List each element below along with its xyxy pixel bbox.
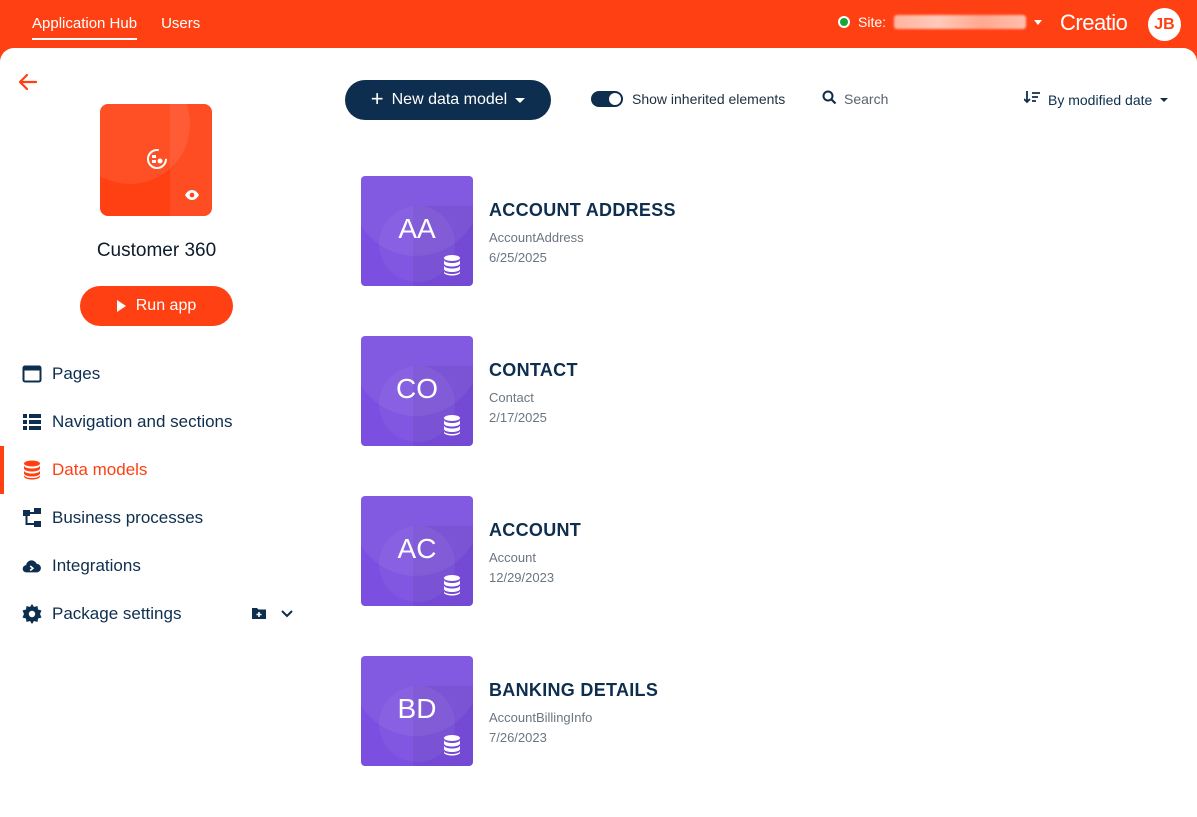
card-title[interactable]: BANKING DETAILS (489, 680, 658, 701)
data-model-card[interactable]: AA ACCOUNT ADDRESS AccountAddress 6/25/2… (361, 176, 961, 286)
sidebar-item-pages[interactable]: Pages (0, 350, 313, 398)
tab-users[interactable]: Users (161, 0, 200, 48)
data-model-card[interactable]: AC ACCOUNT Account 12/29/2023 (361, 496, 961, 606)
sidebar-item-label: Navigation and sections (52, 412, 233, 431)
page-icon (22, 364, 42, 384)
sidebar-menu: Pages Navigation and sections Data model… (0, 350, 313, 638)
card-date: 12/29/2023 (489, 570, 555, 585)
card-title[interactable]: ACCOUNT (489, 520, 581, 541)
sort-dropdown[interactable]: By modified date (1023, 91, 1169, 108)
caret-down-icon (1160, 97, 1169, 102)
chevron-down-icon[interactable] (280, 604, 294, 624)
sidebar-item-label: Integrations (52, 556, 141, 575)
package-actions (252, 604, 294, 624)
customer-360-icon (144, 146, 170, 172)
data-model-list: AA ACCOUNT ADDRESS AccountAddress 6/25/2… (361, 176, 961, 816)
chevron-down-icon (1034, 19, 1043, 25)
main-panel: Customer 360 Run app Pages Navigation an… (0, 48, 1197, 817)
new-data-model-label: New data model (391, 91, 508, 108)
database-icon (443, 574, 461, 596)
gear-icon (22, 604, 42, 624)
sort-label: By modified date (1048, 91, 1153, 108)
site-selector[interactable]: Site: (838, 14, 1043, 30)
card-date: 6/25/2025 (489, 250, 547, 265)
card-date: 2/17/2025 (489, 410, 547, 425)
card-thumbnail: BD (361, 656, 473, 766)
database-icon (443, 254, 461, 276)
status-dot-icon (838, 16, 850, 28)
card-code: AccountAddress (489, 230, 584, 245)
database-icon (22, 460, 42, 480)
tab-application-hub[interactable]: Application Hub (32, 0, 138, 48)
play-icon (116, 300, 126, 312)
card-code: AccountBillingInfo (489, 710, 593, 725)
toggle-label: Show inherited elements (632, 91, 786, 107)
card-date: 7/26/2023 (489, 730, 547, 745)
search-input[interactable]: Search (822, 90, 888, 108)
card-thumbnail: CO (361, 336, 473, 446)
run-app-label: Run app (135, 297, 197, 314)
card-title[interactable]: ACCOUNT ADDRESS (489, 200, 676, 221)
site-name-redacted (894, 15, 1027, 29)
card-thumbnail: AC (361, 496, 473, 606)
plus-icon: + (370, 86, 384, 111)
sidebar-item-label: Business processes (52, 508, 204, 527)
card-code: Contact (489, 390, 534, 405)
list-icon (22, 412, 42, 432)
card-thumbnail: AA (361, 176, 473, 286)
eye-icon[interactable] (184, 188, 200, 200)
card-code: Account (489, 550, 536, 565)
data-model-card[interactable]: BD BANKING DETAILS AccountBillingInfo 7/… (361, 656, 961, 766)
site-label: Site: (858, 14, 887, 30)
sidebar-item-label: Data models (52, 460, 148, 479)
sidebar-item-label: Pages (52, 364, 101, 383)
sidebar-item-label: Package settings (52, 604, 182, 623)
run-app-button[interactable]: Run app (80, 286, 233, 326)
database-icon (443, 734, 461, 756)
app-icon-tile[interactable] (100, 104, 212, 216)
sidebar-item-navigation[interactable]: Navigation and sections (0, 398, 313, 446)
sidebar-item-business-processes[interactable]: Business processes (0, 494, 313, 542)
toggle-switch[interactable] (591, 91, 623, 107)
add-folder-icon[interactable] (252, 604, 266, 624)
database-icon (443, 414, 461, 436)
card-title[interactable]: CONTACT (489, 360, 578, 381)
app-name: Customer 360 (96, 240, 217, 261)
show-inherited-toggle[interactable]: Show inherited elements (591, 91, 785, 107)
process-icon (22, 508, 42, 528)
cloud-icon (22, 556, 42, 576)
search-placeholder: Search (844, 91, 889, 107)
search-icon (822, 90, 837, 108)
sidebar-item-data-models[interactable]: Data models (0, 446, 313, 494)
new-data-model-button[interactable]: + New data model (345, 80, 551, 120)
top-nav: Application Hub Users (32, 0, 200, 48)
sidebar-item-package-settings[interactable]: Package settings (0, 590, 313, 638)
back-arrow-icon[interactable] (16, 70, 40, 94)
data-model-card[interactable]: CO CONTACT Contact 2/17/2025 (361, 336, 961, 446)
top-bar: Application Hub Users Site: Creatio JB (0, 0, 1197, 48)
sort-icon (1023, 91, 1040, 108)
creatio-logo: Creatio (1060, 10, 1128, 35)
avatar[interactable]: JB (1148, 8, 1181, 41)
caret-down-icon (515, 97, 526, 103)
sidebar-item-integrations[interactable]: Integrations (0, 542, 313, 590)
